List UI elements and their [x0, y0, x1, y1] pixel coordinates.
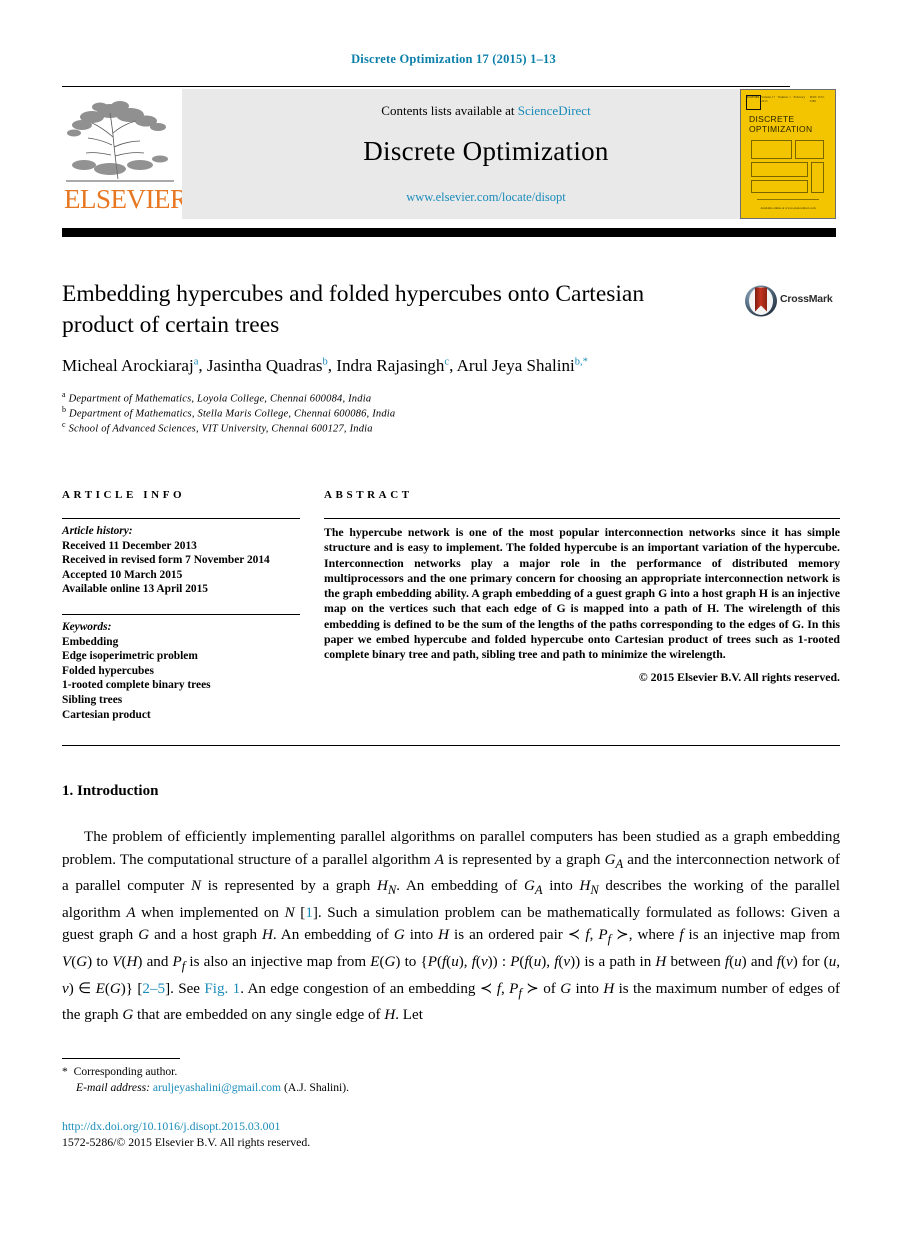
- affiliation-text-a: Department of Mathematics, Loyola Colleg…: [68, 393, 372, 405]
- journal-cover-thumbnail: ELSEVIER Volume 17 · Number 1 · February…: [740, 89, 836, 219]
- article-info-heading: ARTICLE INFO: [62, 489, 186, 501]
- affiliation-marker-b: b: [62, 405, 67, 414]
- keywords-rule: [62, 613, 300, 615]
- journal-name: Discrete Optimization: [363, 136, 609, 166]
- cover-volume-text: Volume 17 · Number 1 · February 2015: [761, 95, 806, 103]
- article-info-rule: [62, 518, 300, 519]
- contents-prefix: Contents lists available at: [381, 103, 518, 118]
- running-head: Discrete Optimization 17 (2015) 1–13: [351, 52, 556, 66]
- footnote-rule: [62, 1058, 180, 1059]
- contents-available-line: Contents lists available at ScienceDirec…: [182, 103, 790, 119]
- affiliation-a: a Department of Mathematics, Loyola Coll…: [62, 390, 762, 405]
- doi-link[interactable]: http://dx.doi.org/10.1016/j.disopt.2015.…: [62, 1119, 280, 1134]
- cover-title-line2: OPTIMIZATION: [749, 124, 813, 134]
- crossmark-label: CrossMark: [780, 293, 833, 305]
- keyword-item: Folded hypercubes: [62, 664, 154, 677]
- footnote-block: * Corresponding author. E-mail address: …: [62, 1064, 662, 1095]
- keywords-list: Keywords: Embedding Edge isoperimetric p…: [62, 620, 300, 722]
- page-title: Embedding hypercubes and folded hypercub…: [62, 281, 645, 338]
- banner-black-bar: [62, 228, 836, 237]
- corresponding-author-note: * Corresponding author.: [62, 1065, 178, 1078]
- keywords-block: Keywords: Embedding Edge isoperimetric p…: [62, 613, 300, 722]
- crossmark-badge[interactable]: CrossMark: [744, 285, 840, 317]
- cover-issn-text: ISSN 1572-5286: [809, 95, 825, 103]
- sciencedirect-link[interactable]: ScienceDirect: [518, 103, 591, 118]
- keyword-item: Sibling trees: [62, 693, 123, 706]
- abstract-column: ABSTRACT The hypercube network is one of…: [324, 489, 840, 685]
- affiliation-text-b: Department of Mathematics, Stella Maris …: [69, 408, 396, 420]
- introduction-paragraph: The problem of efficiently implementing …: [62, 829, 841, 1024]
- keyword-item: 1-rooted complete binary trees: [62, 679, 211, 692]
- abstract-heading: ABSTRACT: [324, 489, 413, 501]
- crossmark-icon: [745, 285, 777, 317]
- abstract-rule: [324, 518, 840, 519]
- elsevier-tree-icon: [66, 101, 174, 182]
- affiliation-b: b Department of Mathematics, Stella Mari…: [62, 405, 762, 420]
- email-note: E-mail address: aruljeyashalini@gmail.co…: [62, 1080, 662, 1096]
- history-item-received: Received 11 December 2013: [62, 539, 197, 552]
- issn-copyright-line: 1572-5286/© 2015 Elsevier B.V. All right…: [62, 1135, 311, 1149]
- keyword-item: Cartesian product: [62, 708, 151, 721]
- affiliation-marker-c: c: [62, 420, 66, 429]
- article-info-column: ARTICLE INFO Article history: Received 1…: [62, 489, 300, 722]
- introduction-body: The problem of efficiently implementing …: [62, 826, 840, 1027]
- affiliation-c: c School of Advanced Sciences, VIT Unive…: [62, 420, 762, 435]
- cover-diagram-icon: [751, 140, 824, 193]
- affiliation-text-c: School of Advanced Sciences, VIT Univers…: [68, 423, 373, 435]
- keyword-item: Edge isoperimetric problem: [62, 650, 198, 663]
- article-history-block: Article history: Received 11 December 20…: [62, 524, 300, 597]
- cover-elsevier-mark: ELSEVIER: [746, 95, 762, 110]
- affiliation-marker-a: a: [62, 390, 66, 399]
- section-heading-introduction: 1. Introduction: [62, 783, 159, 799]
- article-page: Discrete Optimization 17 (2015) 1–13 ELS…: [0, 0, 907, 1238]
- email-link[interactable]: aruljeyashalini@gmail.com: [153, 1081, 281, 1094]
- cover-topbar: ELSEVIER Volume 17 · Number 1 · February…: [746, 95, 830, 110]
- history-item-online: Available online 13 April 2015: [62, 583, 208, 596]
- section-divider-rule: [62, 745, 840, 746]
- email-owner: (A.J. Shalini).: [283, 1080, 350, 1094]
- elsevier-logo: ELSEVIER: [62, 89, 188, 219]
- keyword-item: Embedding: [62, 635, 119, 648]
- history-item-accepted: Accepted 10 March 2015: [62, 568, 183, 581]
- cover-title: DISCRETE OPTIMIZATION: [749, 114, 812, 134]
- author-list: Micheal Arockiaraja, Jasintha Quadrasb, …: [62, 356, 842, 376]
- keywords-label: Keywords:: [62, 620, 112, 633]
- authors-text: Micheal Arockiaraja, Jasintha Quadrasb, …: [62, 356, 588, 375]
- abstract-text: The hypercube network is one of the most…: [324, 525, 840, 662]
- cover-footer-text: Available online at www.sciencedirect.co…: [760, 206, 816, 210]
- journal-url-link[interactable]: www.elsevier.com/locate/disopt: [182, 190, 790, 205]
- banner-center: Contents lists available at ScienceDirec…: [182, 89, 790, 219]
- email-label: E-mail address:: [76, 1080, 150, 1094]
- banner-top-rule: [62, 86, 790, 87]
- cover-title-line1: DISCRETE: [749, 114, 795, 124]
- history-item-revised: Received in revised form 7 November 2014: [62, 554, 270, 567]
- corresponding-author-text: Corresponding author.: [73, 1065, 178, 1078]
- abstract-copyright: © 2015 Elsevier B.V. All rights reserved…: [638, 669, 840, 684]
- article-history-label: Article history:: [62, 525, 133, 537]
- journal-banner: ELSEVIER Contents lists available at Sci…: [62, 89, 790, 219]
- elsevier-wordmark: ELSEVIER: [64, 184, 188, 214]
- cover-footer-rule: [757, 199, 819, 200]
